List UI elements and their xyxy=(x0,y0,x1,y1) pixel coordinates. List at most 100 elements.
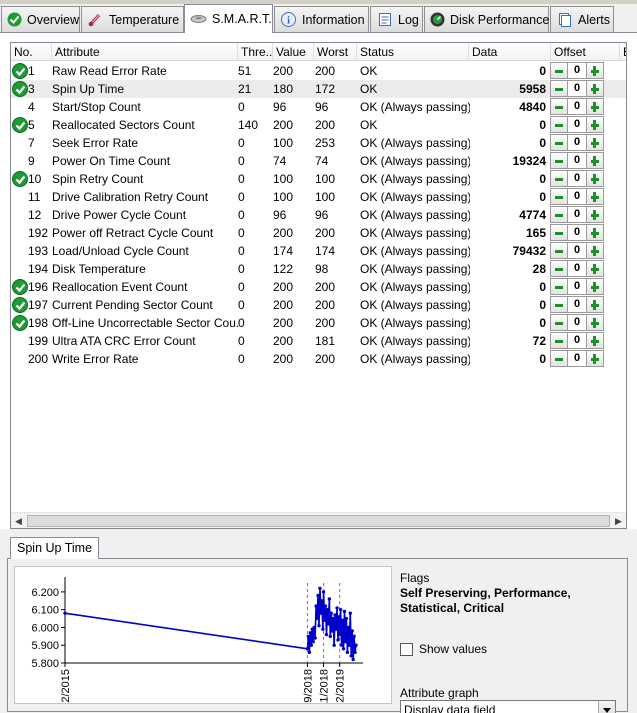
decrease-offset-button[interactable] xyxy=(550,332,568,349)
offset-stepper[interactable]: 0 xyxy=(550,224,604,242)
table-row[interactable]: 192 Power off Retract Cycle Count 0 200 200 O… xyxy=(11,224,626,242)
tab-information[interactable]: i Information xyxy=(274,6,369,32)
decrease-offset-button[interactable] xyxy=(550,242,568,259)
decrease-offset-button[interactable] xyxy=(550,152,568,169)
column-header-no[interactable]: No. xyxy=(11,43,52,61)
table-row[interactable]: 200 Write Error Rate 0 200 200 OK (Always pas… xyxy=(11,350,626,368)
smart-panel: No. Attribute Thre... Value Worst Status… xyxy=(0,33,637,713)
decrease-offset-button[interactable] xyxy=(550,134,568,151)
table-row[interactable]: 194 Disk Temperature 0 122 98 OK (Always pass… xyxy=(11,260,626,278)
tab-spin-up-time[interactable]: Spin Up Time xyxy=(10,537,100,559)
column-header-e[interactable]: E xyxy=(620,43,626,61)
column-header-status[interactable]: Status xyxy=(357,43,469,61)
table-row[interactable]: 197 Current Pending Sector Count 0 200 200 OK… xyxy=(11,296,626,314)
increase-offset-button[interactable] xyxy=(586,296,604,313)
table-row[interactable]: 5 Reallocated Sectors Count 140 200 200 OK 0 0 xyxy=(11,116,626,134)
decrease-offset-button[interactable] xyxy=(550,206,568,223)
tab-alerts[interactable]: Alerts xyxy=(550,6,614,32)
offset-stepper[interactable]: 0 xyxy=(550,278,604,296)
offset-stepper[interactable]: 0 xyxy=(550,206,604,224)
offset-stepper[interactable]: 0 xyxy=(550,332,604,350)
table-row[interactable]: 1 Raw Read Error Rate 51 200 200 OK 0 0 xyxy=(11,62,626,80)
horizontal-scrollbar[interactable]: ◀ ▶ xyxy=(11,512,626,528)
scroll-right-icon[interactable]: ▶ xyxy=(611,513,626,528)
table-row[interactable]: 196 Reallocation Event Count 0 200 200 OK (Al… xyxy=(11,278,626,296)
increase-offset-button[interactable] xyxy=(586,134,604,151)
tab-log[interactable]: Log xyxy=(370,6,423,32)
decrease-offset-button[interactable] xyxy=(550,80,568,97)
increase-offset-button[interactable] xyxy=(586,242,604,259)
chevron-down-icon[interactable] xyxy=(598,701,615,713)
increase-offset-button[interactable] xyxy=(586,62,604,79)
offset-stepper[interactable]: 0 xyxy=(550,98,604,116)
data-point xyxy=(344,616,349,621)
offset-stepper[interactable]: 0 xyxy=(550,80,604,98)
table-row[interactable]: 11 Drive Calibration Retry Count 0 100 100 OK… xyxy=(11,188,626,206)
decrease-offset-button[interactable] xyxy=(550,296,568,313)
increase-offset-button[interactable] xyxy=(586,98,604,115)
increase-offset-button[interactable] xyxy=(586,278,604,295)
decrease-offset-button[interactable] xyxy=(550,224,568,241)
scroll-left-icon[interactable]: ◀ xyxy=(11,513,26,528)
tab-overview[interactable]: Overview xyxy=(1,6,80,32)
offset-stepper[interactable]: 0 xyxy=(550,62,604,80)
show-values-option[interactable]: Show values xyxy=(400,642,487,656)
tab-disk-performance[interactable]: Disk Performance xyxy=(424,6,549,32)
show-values-checkbox[interactable] xyxy=(400,642,413,656)
column-header-attribute[interactable]: Attribute xyxy=(52,43,238,61)
decrease-offset-button[interactable] xyxy=(550,188,568,205)
offset-stepper[interactable]: 0 xyxy=(550,350,604,368)
decrease-offset-button[interactable] xyxy=(550,278,568,295)
offset-stepper[interactable]: 0 xyxy=(550,242,604,260)
column-header-threshold[interactable]: Thre... xyxy=(238,43,273,61)
current-value: 200 xyxy=(273,64,294,78)
table-row[interactable]: 7 Seek Error Rate 0 100 253 OK (Always passin… xyxy=(11,134,626,152)
increase-offset-button[interactable] xyxy=(586,206,604,223)
threshold-value: 0 xyxy=(238,334,245,348)
table-row[interactable]: 10 Spin Retry Count 0 100 100 OK (Always pass… xyxy=(11,170,626,188)
decrease-offset-button[interactable] xyxy=(550,350,568,367)
tab-smart[interactable]: S.M.A.R.T. xyxy=(184,4,273,33)
decrease-offset-button[interactable] xyxy=(550,314,568,331)
increase-offset-button[interactable] xyxy=(586,170,604,187)
offset-stepper[interactable]: 0 xyxy=(550,260,604,278)
attribute-graph-select[interactable]: Display data field xyxy=(400,700,616,713)
attribute-number: 196 xyxy=(28,280,49,294)
decrease-offset-button[interactable] xyxy=(550,98,568,115)
threshold-value: 140 xyxy=(238,118,259,132)
column-header-value[interactable]: Value xyxy=(273,43,314,61)
increase-offset-button[interactable] xyxy=(586,188,604,205)
column-header-offset[interactable]: Offset xyxy=(551,43,620,61)
table-row[interactable]: 12 Drive Power Cycle Count 0 96 96 OK (Always… xyxy=(11,206,626,224)
offset-stepper[interactable]: 0 xyxy=(550,170,604,188)
table-row[interactable]: 4 Start/Stop Count 0 96 96 OK (Always passing… xyxy=(11,98,626,116)
increase-offset-button[interactable] xyxy=(586,224,604,241)
offset-stepper[interactable]: 0 xyxy=(550,296,604,314)
plus-icon-vertical xyxy=(593,264,596,274)
increase-offset-button[interactable] xyxy=(586,350,604,367)
offset-stepper[interactable]: 0 xyxy=(550,134,604,152)
table-row[interactable]: 193 Load/Unload Cycle Count 0 174 174 OK (Alw… xyxy=(11,242,626,260)
decrease-offset-button[interactable] xyxy=(550,170,568,187)
increase-offset-button[interactable] xyxy=(586,332,604,349)
increase-offset-button[interactable] xyxy=(586,260,604,277)
scrollbar-thumb[interactable] xyxy=(27,515,610,527)
decrease-offset-button[interactable] xyxy=(550,116,568,133)
offset-stepper[interactable]: 0 xyxy=(550,116,604,134)
tab-temperature[interactable]: Temperature xyxy=(81,6,184,32)
table-row[interactable]: 198 Off-Line Uncorrectable Sector Cou... 0… xyxy=(11,314,626,332)
increase-offset-button[interactable] xyxy=(586,80,604,97)
increase-offset-button[interactable] xyxy=(586,314,604,331)
offset-stepper[interactable]: 0 xyxy=(550,188,604,206)
decrease-offset-button[interactable] xyxy=(550,62,568,79)
increase-offset-button[interactable] xyxy=(586,116,604,133)
table-row[interactable]: 3 Spin Up Time 21 180 172 OK 5958 0 xyxy=(11,80,626,98)
offset-stepper[interactable]: 0 xyxy=(550,314,604,332)
table-row[interactable]: 199 Ultra ATA CRC Error Count 0 200 181 OK (A… xyxy=(11,332,626,350)
offset-stepper[interactable]: 0 xyxy=(550,152,604,170)
increase-offset-button[interactable] xyxy=(586,152,604,169)
decrease-offset-button[interactable] xyxy=(550,260,568,277)
column-header-worst[interactable]: Worst xyxy=(314,43,357,61)
column-header-data[interactable]: Data xyxy=(469,43,551,61)
table-row[interactable]: 9 Power On Time Count 0 74 74 OK (Always pass… xyxy=(11,152,626,170)
